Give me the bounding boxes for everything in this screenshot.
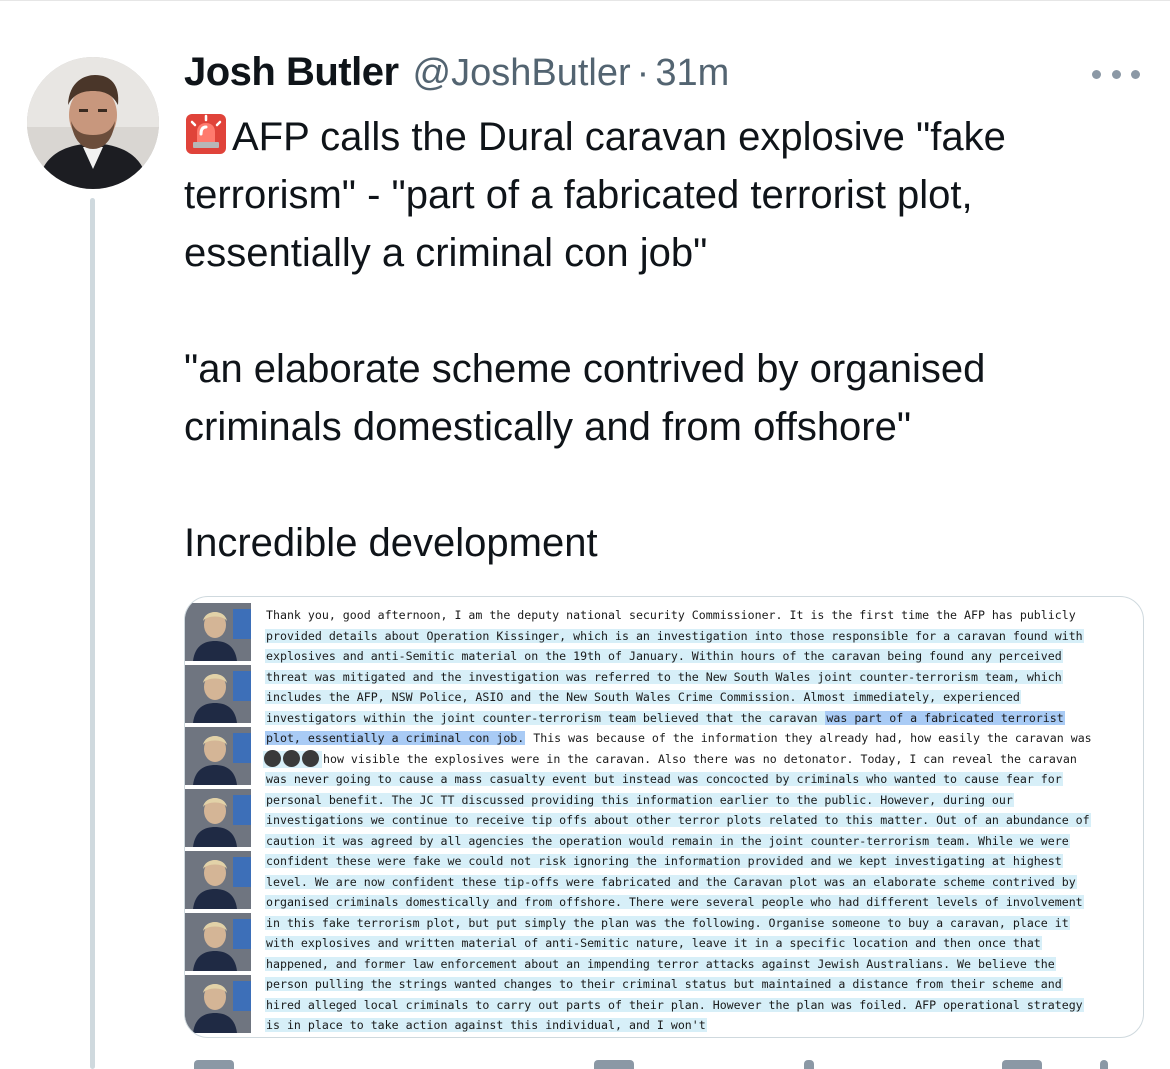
transcript-line: hired alleged local criminals to carry o… [265, 997, 1084, 1012]
tweet-action-bar [184, 1060, 1144, 1069]
police-car-light-icon [186, 114, 226, 154]
speaker-thumbnail [185, 727, 251, 785]
transcript-line: level. We are now confident these tip-of… [265, 874, 1077, 889]
quote-icon [283, 749, 300, 767]
share-icon[interactable] [1100, 1060, 1108, 1069]
like-icon[interactable] [804, 1060, 814, 1069]
transcript-line: organised criminals domestically and fro… [265, 895, 1084, 909]
tweet-line: criminals domestically and from offshore… [184, 405, 912, 449]
tweet-media-image[interactable]: Thank you, good afternoon, I am the depu… [184, 596, 1144, 1038]
tweet-line: AFP calls the Dural caravan explosive "f… [184, 108, 1144, 166]
highlighted-phrase: plot, essentially a criminal con job. [265, 731, 526, 745]
tweet-line: "an elaborate scheme contrived by organi… [184, 347, 986, 391]
transcript-text: Thank you, good afternoon, I am the depu… [263, 605, 1135, 1036]
speaker-thumbnail [185, 603, 251, 661]
transcript-line: person pulling the strings wanted change… [265, 977, 1063, 991]
top-divider [0, 0, 1170, 1]
transcript-line: how visible the explosives were in the c… [263, 749, 1135, 770]
transcript-line: happened, and former law enforcement abo… [265, 956, 1056, 971]
transcript-line: threat was mitigated and the investigati… [265, 669, 1063, 684]
author-name[interactable]: Josh Butler [184, 50, 399, 95]
retweet-icon[interactable] [594, 1060, 634, 1069]
author-handle[interactable]: @JoshButler [413, 52, 631, 95]
speaker-thumbnail [185, 975, 251, 1033]
transcript-line: caution it was agreed by all agencies th… [265, 833, 1070, 848]
tweet-body: AFP calls the Dural caravan explosive "f… [184, 108, 1144, 572]
tweet-line-text: AFP calls the Dural caravan explosive "f… [232, 115, 1006, 159]
highlighted-phrase: was part of a fabricated terrorist [825, 710, 1065, 725]
transcript-line: personal benefit. The JC TT discussed pr… [265, 792, 1014, 807]
speaker-thumbnail [185, 789, 251, 847]
more-options-icon[interactable] [1092, 62, 1140, 86]
speaker-thumbnail [185, 913, 251, 971]
tweet-line: terrorism" - "part of a fabricated terro… [184, 173, 973, 217]
transcript-line: was never going to cause a mass casualty… [265, 772, 1063, 786]
share-overlay-icons [263, 749, 322, 768]
transcript-line: with explosives and written material of … [265, 936, 1042, 950]
speaker-thumbnail [185, 665, 251, 723]
reply-icon[interactable] [194, 1060, 234, 1069]
transcript-line: plot, essentially a criminal con job. Th… [265, 731, 1092, 745]
header-separator: · [636, 52, 650, 94]
bird-icon [302, 749, 319, 767]
tweet-header: Josh Butler @JoshButler · 31m [184, 50, 729, 102]
transcript-line: investigations we continue to receive ti… [265, 813, 1091, 827]
avatar[interactable] [27, 57, 159, 189]
transcript-line: is in place to take action against this … [265, 1018, 707, 1032]
transcript-line: Thank you, good afternoon, I am the depu… [266, 608, 1076, 622]
speaker-thumbnail [185, 851, 251, 909]
link-icon [264, 749, 281, 767]
tweet-line: Incredible development [184, 521, 598, 565]
transcript-line: in this fake terrorism plot, but put sim… [265, 915, 1070, 930]
views-icon[interactable] [1002, 1060, 1042, 1069]
transcript-line: investigators within the joint counter-t… [265, 710, 1065, 725]
video-thumbnail-strip [185, 603, 253, 1037]
avatar-photo [27, 57, 159, 189]
transcript-line: provided details about Operation Kissing… [265, 628, 1084, 643]
transcript-line: confident these were fake we could not r… [265, 854, 1063, 868]
tweet-timestamp[interactable]: 31m [655, 52, 729, 95]
transcript-line: includes the AFP, NSW Police, ASIO and t… [265, 690, 1021, 704]
tweet-line: essentially a criminal con job" [184, 231, 708, 275]
transcript-line: explosives and anti-Semitic material on … [265, 649, 1063, 663]
thread-connector-line [90, 198, 95, 1069]
